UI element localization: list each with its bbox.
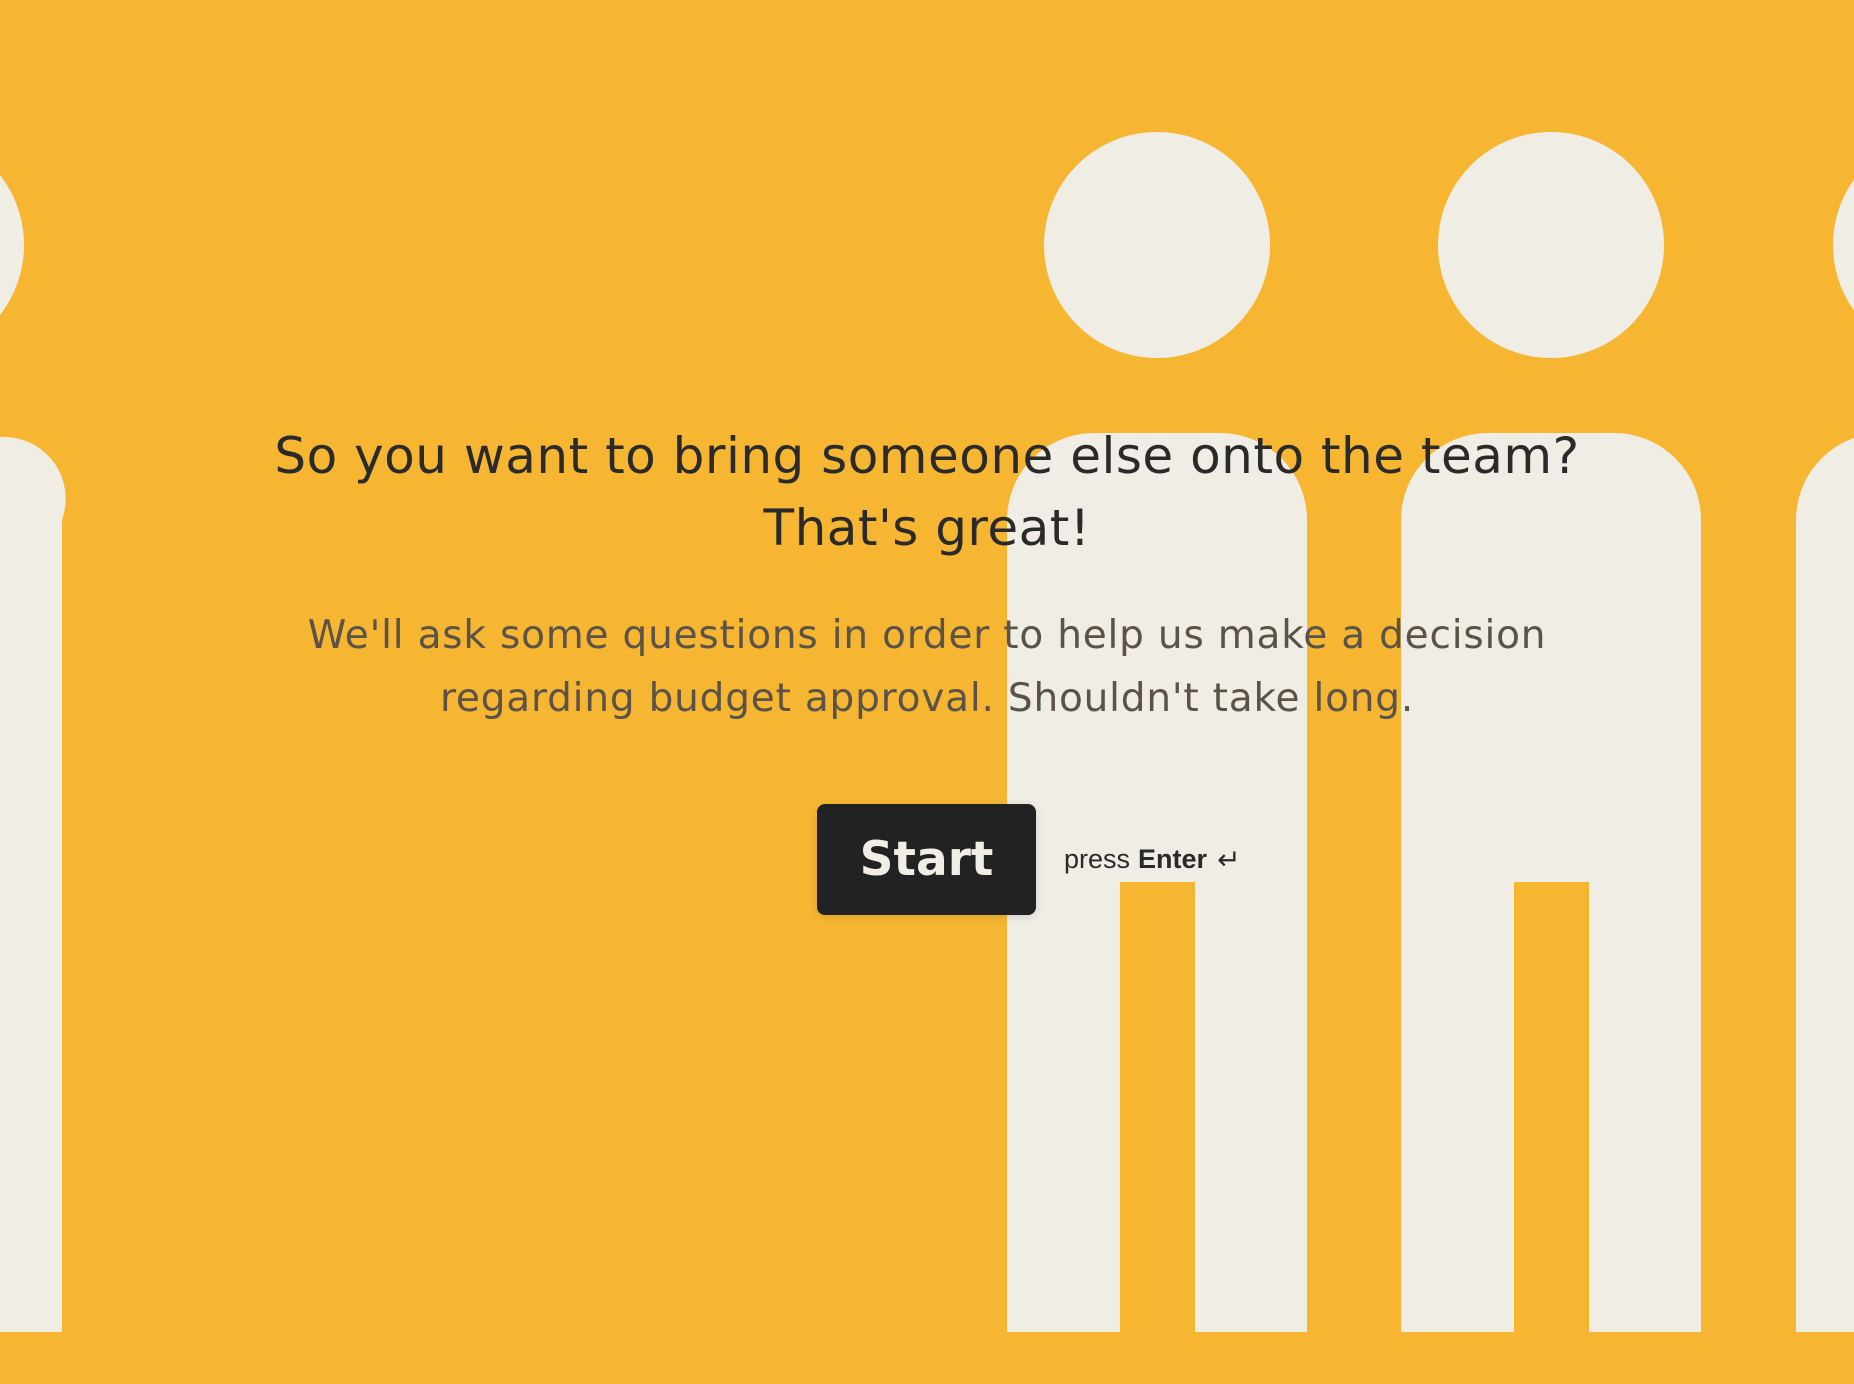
enter-key-label: Enter: [1138, 844, 1208, 874]
return-key-icon: ↵: [1217, 843, 1241, 875]
hint-prefix: press: [1064, 844, 1131, 874]
welcome-title-line-1: So you want to bring someone else onto t…: [274, 427, 1580, 485]
welcome-description: We'll ask some questions in order to hel…: [232, 604, 1622, 730]
person-two-head: [1438, 132, 1664, 358]
right-person-body: [1796, 438, 1854, 1332]
start-actions: Start press Enter ↵: [817, 804, 1241, 915]
left-person-head: [0, 175, 24, 315]
left-person-body: [0, 436, 66, 1332]
welcome-title-line-2: That's great!: [763, 499, 1091, 557]
welcome-description-line-2: regarding budget approval. Shouldn't tak…: [439, 676, 1415, 721]
welcome-description-line-1: We'll ask some questions in order to hel…: [307, 613, 1547, 658]
keyboard-hint: press Enter ↵: [1064, 844, 1241, 875]
person-one-head: [1044, 132, 1270, 358]
welcome-title: So you want to bring someone else onto t…: [200, 420, 1654, 564]
right-person-head: [1833, 179, 1854, 311]
welcome-screen: So you want to bring someone else onto t…: [200, 420, 1654, 730]
start-button[interactable]: Start: [817, 804, 1036, 915]
